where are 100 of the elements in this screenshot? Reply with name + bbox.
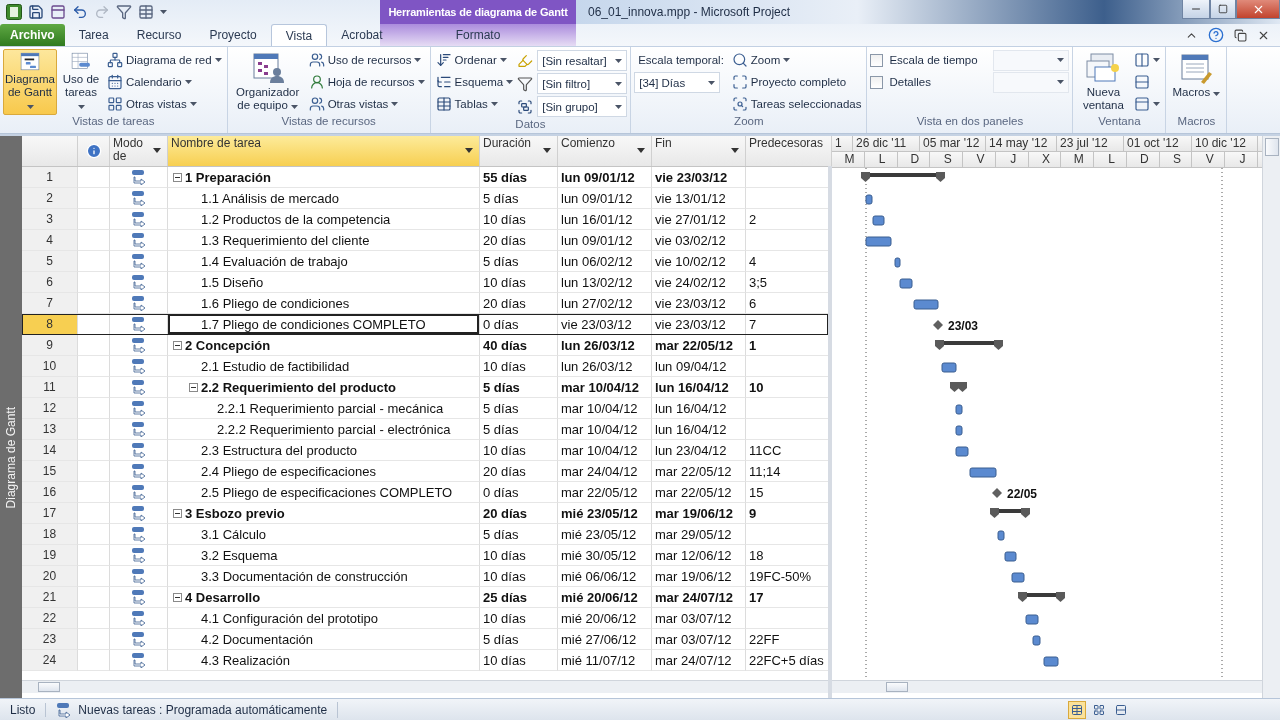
close-button[interactable] bbox=[1236, 0, 1280, 19]
ribbon-button[interactable]: Diagrama de red bbox=[105, 49, 224, 71]
column-header[interactable]: Predecesoras bbox=[746, 136, 832, 166]
print-preview-icon[interactable] bbox=[50, 4, 66, 20]
row-number[interactable]: 15 bbox=[22, 461, 78, 482]
checkbox[interactable] bbox=[870, 75, 884, 89]
collapse-icon[interactable] bbox=[189, 382, 198, 392]
collapse-icon[interactable] bbox=[173, 340, 182, 350]
ribbon-button[interactable]: Macros bbox=[1169, 49, 1224, 115]
predecessors-cell: 1 bbox=[746, 335, 828, 356]
ribbon-button[interactable]: Ordenar bbox=[433, 49, 516, 71]
ribbon-tab[interactable]: Vista bbox=[270, 24, 328, 46]
row-number[interactable]: 10 bbox=[22, 356, 78, 377]
row-number[interactable]: 13 bbox=[22, 419, 78, 440]
group-label: Zoom bbox=[733, 115, 765, 129]
views-icon bbox=[107, 96, 123, 112]
row-number[interactable]: 9 bbox=[22, 335, 78, 356]
ribbon-tab[interactable]: Formato bbox=[441, 24, 515, 46]
dropdown[interactable]: [Sin grupo] bbox=[537, 96, 628, 117]
row-number[interactable]: 5 bbox=[22, 251, 78, 272]
ribbon-button[interactable]: Zoom bbox=[729, 49, 864, 71]
row-number[interactable]: 8 bbox=[22, 314, 78, 335]
horizontal-scrollbar[interactable] bbox=[832, 680, 1262, 693]
undo-icon[interactable] bbox=[72, 4, 88, 20]
collapse-icon[interactable] bbox=[173, 172, 182, 182]
task-mode-icon bbox=[130, 358, 147, 374]
timescale-label: X bbox=[1028, 152, 1062, 167]
ribbon-tab[interactable]: Tarea bbox=[64, 24, 123, 46]
column-header[interactable]: Comienzo bbox=[558, 136, 652, 166]
row-number[interactable]: 20 bbox=[22, 566, 78, 587]
task-mode-status[interactable]: Nuevas tareas : Programada automáticamente bbox=[46, 701, 339, 718]
restore-icon[interactable] bbox=[1234, 28, 1247, 42]
duration-cell: 40 días bbox=[480, 335, 558, 356]
finish-cell: vie 23/03/12 bbox=[652, 314, 746, 335]
ribbon-button[interactable]: Esquema bbox=[433, 71, 516, 93]
collapse-icon[interactable] bbox=[173, 508, 182, 518]
row-number[interactable]: 22 bbox=[22, 608, 78, 629]
highlighter-icon bbox=[517, 52, 534, 69]
ribbon-tab[interactable]: Acrobat bbox=[327, 24, 397, 46]
row-number[interactable]: 4 bbox=[22, 230, 78, 251]
column-header[interactable]: Modo de bbox=[110, 136, 168, 166]
column-header[interactable]: Fin bbox=[652, 136, 746, 166]
task-name: 4.2 Documentación bbox=[201, 631, 313, 647]
dropdown[interactable]: [34] Días bbox=[634, 72, 721, 93]
row-number[interactable]: 12 bbox=[22, 398, 78, 419]
ribbon-button[interactable]: Hoja de recursos bbox=[306, 71, 427, 93]
ribbon-button[interactable]: Nueva ventana bbox=[1076, 49, 1131, 115]
row-number[interactable]: 2 bbox=[22, 188, 78, 209]
column-header[interactable] bbox=[78, 136, 110, 166]
table-icon[interactable] bbox=[138, 4, 154, 20]
ribbon-button[interactable]: Calendario bbox=[105, 71, 224, 93]
start-cell: mié 23/05/12 bbox=[558, 524, 652, 545]
ribbon-button[interactable]: Proyecto completo bbox=[729, 71, 864, 93]
dropdown[interactable]: [Sin resaltar] bbox=[537, 50, 628, 71]
ribbon-button[interactable]: Tareas seleccionadas bbox=[729, 93, 864, 115]
ribbon-tab[interactable]: Recurso bbox=[122, 24, 196, 46]
row-number[interactable]: 11 bbox=[22, 377, 78, 398]
caret-icon bbox=[708, 80, 716, 85]
task-name: 3 Esbozo previo bbox=[185, 505, 285, 521]
select-all-cell[interactable] bbox=[22, 136, 78, 166]
start-cell: mar 24/04/12 bbox=[558, 461, 652, 482]
timescale-label: 01 oct '12 bbox=[1124, 136, 1192, 151]
ribbon-tab[interactable]: Proyecto bbox=[195, 24, 271, 46]
duration-cell: 10 días bbox=[480, 209, 558, 230]
collapse-icon[interactable] bbox=[173, 592, 182, 602]
vertical-scrollbar[interactable] bbox=[1262, 136, 1280, 698]
ribbon-button[interactable]: Otras vistas bbox=[306, 93, 427, 115]
row-number[interactable]: 1 bbox=[22, 167, 78, 188]
row-number[interactable]: 7 bbox=[22, 293, 78, 314]
row-number[interactable]: 17 bbox=[22, 503, 78, 524]
help-icon[interactable] bbox=[1208, 27, 1224, 43]
column-header[interactable]: Nombre de tarea bbox=[168, 136, 480, 166]
ribbon-button[interactable]: Tablas bbox=[433, 93, 516, 115]
ribbon-button[interactable]: Uso de recursos bbox=[306, 49, 427, 71]
task-mode-icon bbox=[130, 316, 147, 332]
ribbon-button[interactable]: Diagrama de Gantt bbox=[3, 49, 57, 115]
row-number[interactable]: 14 bbox=[22, 440, 78, 461]
filter-icon[interactable] bbox=[116, 4, 132, 20]
ribbon-button[interactable]: Otras vistas bbox=[105, 93, 224, 115]
ribbon-button[interactable]: Organizador de equipo bbox=[230, 49, 305, 115]
row-number[interactable]: 6 bbox=[22, 272, 78, 293]
restore-button[interactable] bbox=[1210, 0, 1236, 19]
row-number[interactable]: 24 bbox=[22, 650, 78, 671]
dropdown[interactable]: [Sin filtro] bbox=[537, 73, 628, 94]
checkbox[interactable] bbox=[870, 53, 884, 67]
caret-icon bbox=[615, 81, 623, 86]
ribbon-button[interactable]: Uso de tareas bbox=[59, 49, 103, 115]
file-tab[interactable]: Archivo bbox=[0, 24, 65, 46]
gantt-view-button[interactable] bbox=[1068, 700, 1086, 719]
row-number[interactable]: 21 bbox=[22, 587, 78, 608]
row-number[interactable]: 16 bbox=[22, 482, 78, 503]
row-number[interactable]: 19 bbox=[22, 545, 78, 566]
row-number[interactable]: 18 bbox=[22, 524, 78, 545]
save-icon[interactable] bbox=[28, 4, 44, 20]
column-header[interactable]: Duración bbox=[480, 136, 558, 166]
minimize-button[interactable] bbox=[1182, 0, 1210, 19]
horizontal-scrollbar[interactable] bbox=[22, 680, 828, 693]
start-cell: lun 06/02/12 bbox=[558, 251, 652, 272]
row-number[interactable]: 3 bbox=[22, 209, 78, 230]
row-number[interactable]: 23 bbox=[22, 629, 78, 650]
